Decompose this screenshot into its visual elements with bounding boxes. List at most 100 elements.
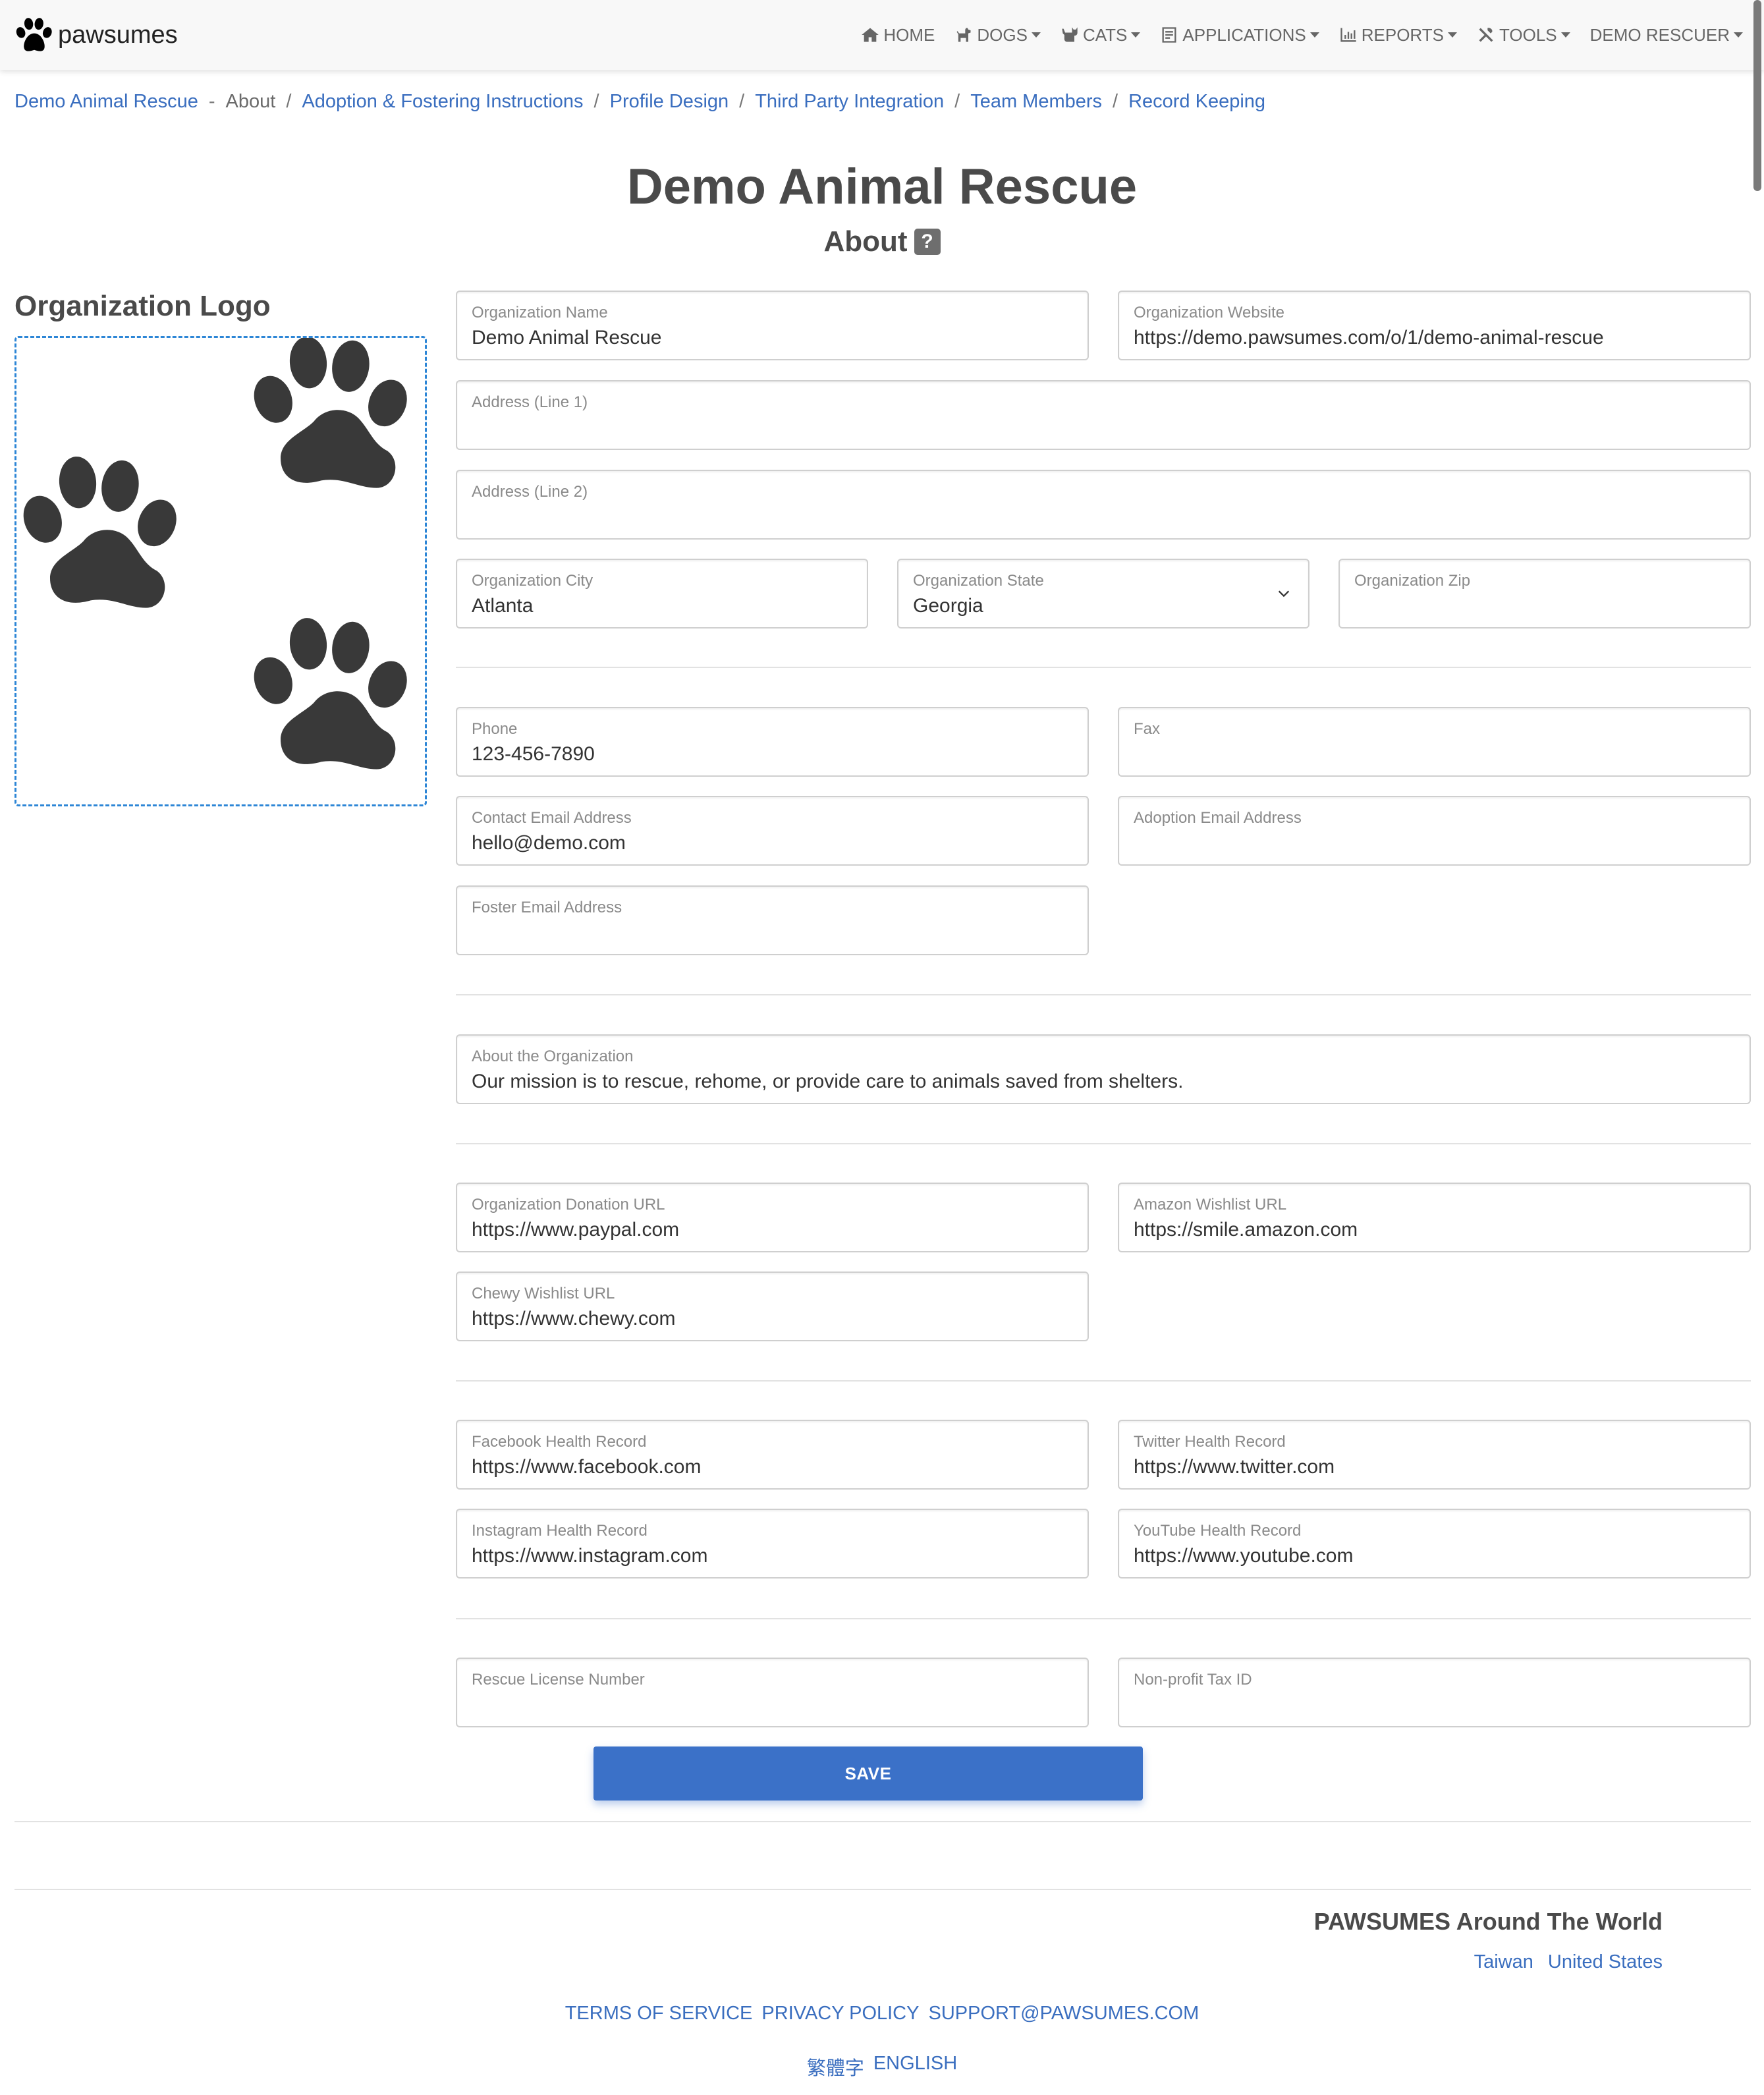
caret-down-icon — [1447, 32, 1457, 38]
logo-upload-area[interactable] — [14, 336, 427, 806]
breadcrumb-separator: / — [1113, 91, 1118, 112]
phone-field[interactable]: Phone 123-456-7890 — [456, 707, 1089, 777]
logo-heading: Organization Logo — [14, 290, 271, 322]
field-value: Our mission is to rescue, rehome, or pro… — [472, 1071, 1184, 1092]
breadcrumb-separator: / — [593, 91, 599, 112]
field-value: Georgia — [913, 595, 983, 617]
field-label: Organization City — [472, 572, 593, 590]
field-value: https://www.instagram.com — [472, 1545, 708, 1567]
instagram-field[interactable]: Instagram Health Record https://www.inst… — [456, 1509, 1089, 1578]
cat-icon — [1062, 27, 1078, 42]
field-label: Address (Line 1) — [472, 393, 588, 411]
dog-icon — [956, 28, 971, 42]
language-switcher: 繁體字 ENGLISH — [0, 2053, 1764, 2081]
nav-cats[interactable]: CATS — [1061, 25, 1141, 45]
nav-tools-label: TOOLS — [1499, 24, 1557, 45]
nav-menu: HOME DOGS CATS APPLICATIONS REPORTS TOOL… — [861, 0, 1743, 70]
caret-down-icon — [1131, 32, 1141, 38]
breadcrumb-adoption-fostering[interactable]: Adoption & Fostering Instructions — [302, 91, 583, 113]
field-value: Atlanta — [472, 595, 534, 617]
country-link-taiwan[interactable]: Taiwan — [1474, 1951, 1533, 1973]
field-value: hello@demo.com — [472, 832, 626, 854]
twitter-field[interactable]: Twitter Health Record https://www.twitte… — [1118, 1420, 1751, 1490]
language-traditional-chinese[interactable]: 繁體字 — [807, 2053, 864, 2081]
field-value: https://www.facebook.com — [472, 1456, 702, 1478]
nav-tools[interactable]: TOOLS — [1477, 25, 1570, 45]
field-value: 123-456-7890 — [472, 743, 595, 765]
field-label: Organization Zip — [1354, 572, 1471, 590]
amazon-wishlist-field[interactable]: Amazon Wishlist URL https://smile.amazon… — [1118, 1183, 1751, 1252]
zip-field[interactable]: Organization Zip — [1338, 559, 1751, 628]
address-line2-field[interactable]: Address (Line 2) — [456, 470, 1751, 540]
section-divider — [456, 1143, 1751, 1144]
help-icon[interactable]: ? — [914, 229, 941, 255]
brand-logo[interactable]: pawsumes — [14, 14, 178, 55]
org-name-field[interactable]: Organization Name Demo Animal Rescue — [456, 291, 1089, 360]
clipboard-icon — [1162, 27, 1176, 43]
section-divider — [456, 667, 1751, 668]
terms-of-service-link[interactable]: TERMS OF SERVICE — [565, 2003, 753, 2025]
youtube-field[interactable]: YouTube Health Record https://www.youtub… — [1118, 1509, 1751, 1578]
chewy-wishlist-field[interactable]: Chewy Wishlist URL https://www.chewy.com — [456, 1271, 1089, 1341]
field-value: https://smile.amazon.com — [1134, 1219, 1358, 1241]
donation-url-field[interactable]: Organization Donation URL https://www.pa… — [456, 1183, 1089, 1252]
breadcrumb-record-keeping[interactable]: Record Keeping — [1128, 91, 1265, 113]
nav-dogs-label: DOGS — [977, 24, 1028, 45]
foster-email-field[interactable]: Foster Email Address — [456, 885, 1089, 955]
field-value: https://www.twitter.com — [1134, 1456, 1335, 1478]
org-website-field[interactable]: Organization Website https://demo.pawsum… — [1118, 291, 1751, 360]
brand-name: pawsumes — [58, 20, 178, 49]
contact-email-field[interactable]: Contact Email Address hello@demo.com — [456, 796, 1089, 866]
field-label: Contact Email Address — [472, 809, 632, 827]
footer-links: TERMS OF SERVICE PRIVACY POLICY SUPPORT@… — [0, 2003, 1764, 2025]
page-subtitle: About ? — [0, 225, 1764, 258]
breadcrumb-separator: / — [954, 91, 960, 112]
field-label: Facebook Health Record — [472, 1433, 647, 1451]
nav-reports[interactable]: REPORTS — [1339, 25, 1457, 45]
tax-id-field[interactable]: Non-profit Tax ID — [1118, 1658, 1751, 1727]
field-label: Amazon Wishlist URL — [1134, 1196, 1287, 1214]
field-value: https://www.paypal.com — [472, 1219, 680, 1241]
about-organization-field[interactable]: About the Organization Our mission is to… — [456, 1034, 1751, 1104]
caret-down-icon — [1309, 32, 1319, 38]
adoption-email-field[interactable]: Adoption Email Address — [1118, 796, 1751, 866]
paw-icon — [16, 18, 52, 51]
breadcrumb-separator: / — [286, 91, 292, 112]
breadcrumb-profile-design[interactable]: Profile Design — [610, 91, 729, 113]
support-email-link[interactable]: SUPPORT@PAWSUMES.COM — [928, 2003, 1199, 2025]
country-link-united-states[interactable]: United States — [1548, 1951, 1663, 1973]
nav-user-menu[interactable]: DEMO RESCUER — [1590, 25, 1743, 45]
home-icon — [862, 28, 879, 42]
section-divider — [456, 994, 1751, 995]
section-divider — [456, 1618, 1751, 1619]
subtitle-text: About — [823, 225, 908, 258]
facebook-field[interactable]: Facebook Health Record https://www.faceb… — [456, 1420, 1089, 1490]
breadcrumb-root[interactable]: Demo Animal Rescue — [14, 91, 198, 113]
section-divider — [14, 1821, 1751, 1822]
city-field[interactable]: Organization City Atlanta — [456, 559, 868, 628]
rescue-license-field[interactable]: Rescue License Number — [456, 1658, 1089, 1727]
paw-print-icon — [254, 618, 407, 769]
nav-applications[interactable]: APPLICATIONS — [1160, 25, 1319, 45]
state-select[interactable]: Organization State Georgia — [897, 559, 1309, 628]
tools-icon — [1479, 28, 1493, 42]
nav-dogs[interactable]: DOGS — [954, 25, 1041, 45]
save-button[interactable]: SAVE — [593, 1746, 1143, 1801]
breadcrumb-third-party[interactable]: Third Party Integration — [755, 91, 944, 113]
field-label: Organization Donation URL — [472, 1196, 665, 1214]
privacy-policy-link[interactable]: PRIVACY POLICY — [761, 2003, 919, 2025]
fax-field[interactable]: Fax — [1118, 707, 1751, 777]
nav-home[interactable]: HOME — [861, 25, 935, 45]
address-line1-field[interactable]: Address (Line 1) — [456, 380, 1751, 450]
language-english[interactable]: ENGLISH — [873, 2053, 957, 2081]
section-divider — [456, 1380, 1751, 1382]
paw-print-icon — [23, 457, 177, 608]
breadcrumb-team-members[interactable]: Team Members — [970, 91, 1102, 113]
nav-applications-label: APPLICATIONS — [1182, 24, 1306, 45]
page-scrollbar[interactable] — [1753, 0, 1761, 191]
field-label: Organization State — [913, 572, 1044, 590]
field-value: https://www.youtube.com — [1134, 1545, 1354, 1567]
field-label: Foster Email Address — [472, 899, 622, 916]
field-label: About the Organization — [472, 1048, 634, 1065]
field-value: https://www.chewy.com — [472, 1308, 676, 1329]
